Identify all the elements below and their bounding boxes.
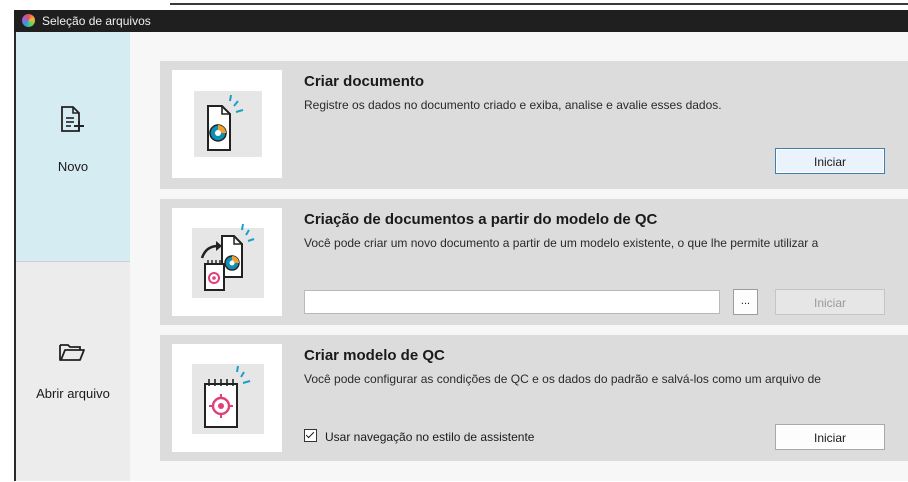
wizard-navigation-label: Usar navegação no estilo de assistente	[325, 430, 535, 444]
new-document-icon	[61, 106, 84, 132]
content-area: Criar documento Registre os dados no doc…	[130, 32, 908, 481]
card-description: Você pode criar um novo documento a part…	[304, 236, 819, 250]
card-title: Criar documento	[304, 73, 425, 90]
folder-icon	[59, 344, 85, 361]
template-to-document-icon	[192, 223, 264, 298]
card-description: Registre os dados no documento criado e …	[304, 98, 722, 112]
card-title: Criar modelo de QC	[304, 347, 445, 364]
wizard-navigation-option[interactable]: Usar navegação no estilo de assistente	[304, 429, 534, 444]
card-description: Você pode configurar as condições de QC …	[304, 372, 821, 386]
sidebar-item-open-file-label: Abrir arquivo	[36, 386, 110, 401]
card-thumbnail	[172, 344, 282, 452]
start-button[interactable]: Iniciar	[775, 289, 885, 315]
card-create-from-template: Criação de documentos a partir do modelo…	[160, 199, 908, 325]
sidebar-item-new[interactable]: Novo	[16, 32, 130, 261]
sidebar-item-open-file[interactable]: Abrir arquivo	[16, 261, 130, 482]
start-button[interactable]: Iniciar	[775, 424, 885, 450]
browse-button[interactable]: ...	[733, 289, 758, 315]
window-title: Seleção de arquivos	[42, 14, 151, 28]
card-title: Criação de documentos a partir do modelo…	[304, 211, 658, 228]
app-icon	[22, 14, 35, 27]
sidebar-item-new-label: Novo	[57, 159, 89, 174]
start-button[interactable]: Iniciar	[775, 148, 885, 174]
top-strip	[0, 0, 908, 10]
card-create-qc-template: Criar modelo de QC Você pode configurar …	[160, 335, 908, 461]
sidebar: Novo Abrir arquivo	[16, 32, 130, 481]
card-create-document: Criar documento Registre os dados no doc…	[160, 61, 908, 189]
qc-template-icon	[192, 364, 264, 434]
title-bar: Seleção de arquivos	[14, 10, 908, 32]
wizard-navigation-checkbox[interactable]	[304, 429, 317, 442]
card-thumbnail	[172, 70, 282, 178]
template-path-input[interactable]	[304, 290, 720, 314]
document-chart-icon	[194, 91, 262, 157]
top-divider	[170, 3, 908, 5]
card-thumbnail	[172, 208, 282, 316]
